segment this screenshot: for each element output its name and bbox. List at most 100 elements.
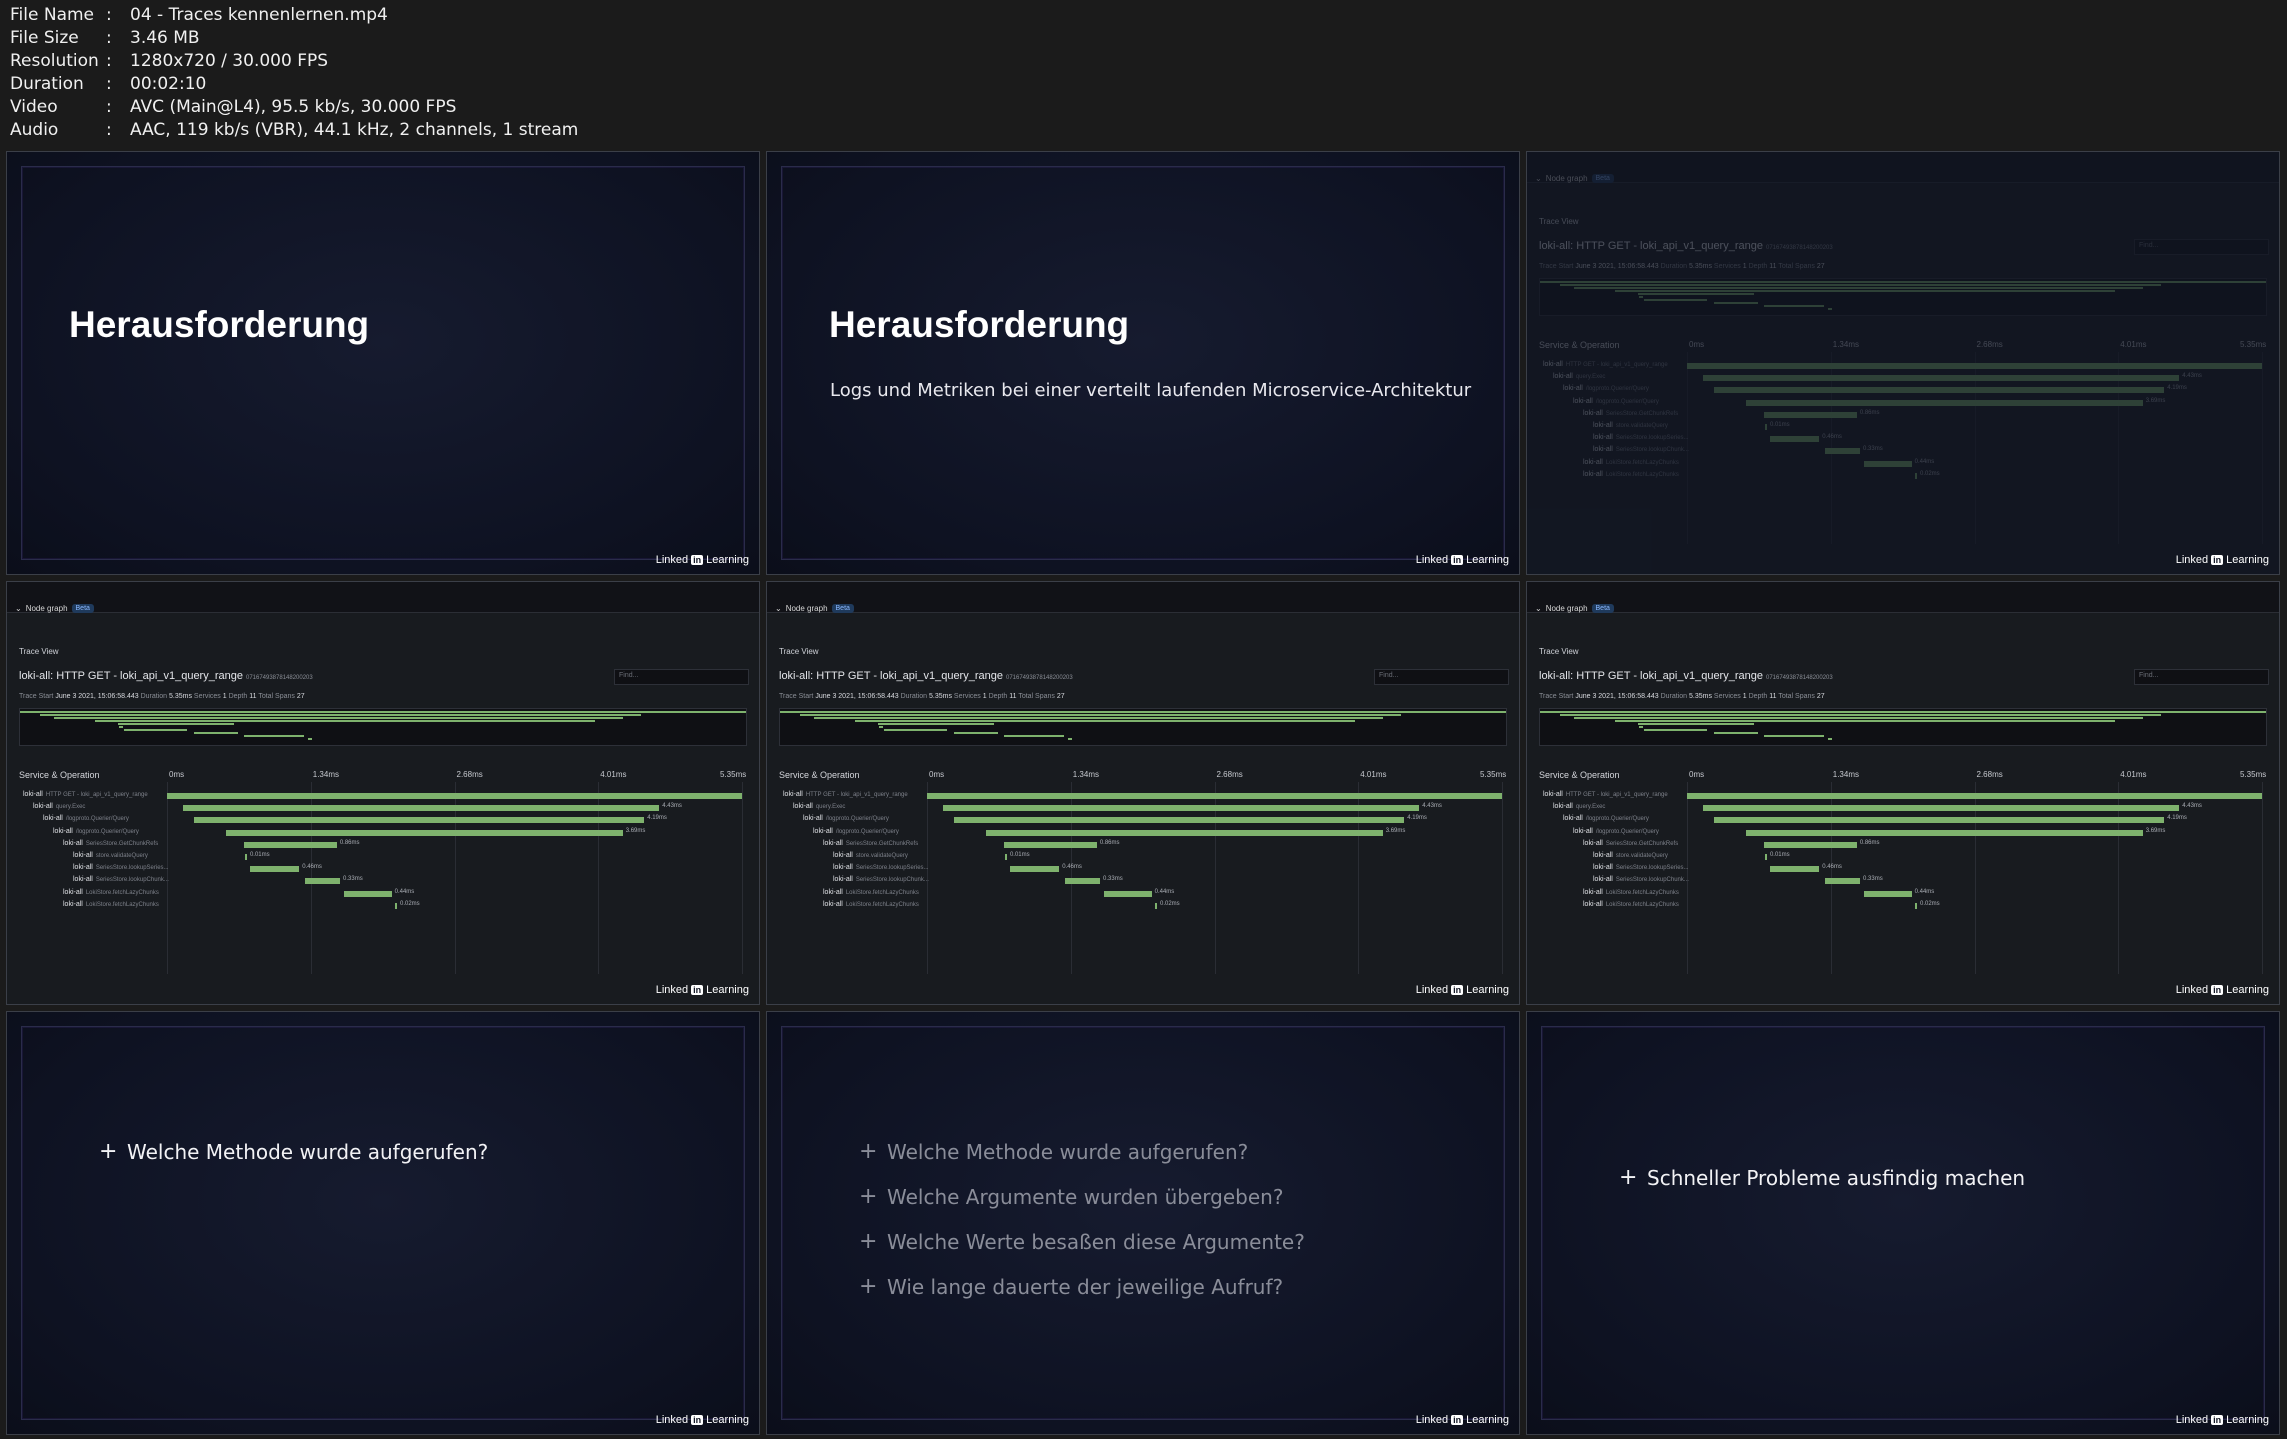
stat-value: 5.35ms — [1689, 693, 1712, 700]
span-name: loki-all HTTP GET - loki_api_v1_query_ran… — [1543, 361, 1668, 368]
find-input[interactable]: Find... — [614, 669, 749, 685]
plus-icon: + — [859, 1229, 878, 1254]
thumbnail-6[interactable]: ⌄ Node graph Beta Trace View loki-all: HTTP … — [1526, 581, 2280, 1005]
slide-heading: Herausforderung — [69, 304, 370, 345]
minimap-span — [1637, 723, 1755, 725]
stat-label: Trace Start — [1539, 263, 1574, 270]
trace-view: ⌄ Node graph Beta Trace View loki-all: HTTP … — [1527, 582, 2279, 1004]
thumbnail-7[interactable]: + Welche Methode wurde aufgerufen? Linked… — [6, 1011, 760, 1435]
stat-value: June 3 2021, 15:06:58.443 — [1575, 693, 1659, 700]
span-list: loki-all HTTP GET - loki_api_v1_query_ran… — [15, 790, 751, 974]
stat-value: 5.35ms — [169, 693, 192, 700]
span-duration: 4.19ms — [2167, 815, 2187, 822]
span-operation: SeriesStore.GetChunkRefs — [845, 840, 919, 847]
span-name: loki-all SeriesStore.lookupChunk... — [1593, 446, 1689, 453]
span-service: loki-all — [823, 839, 843, 847]
span-operation: query.Exec — [1575, 374, 1606, 381]
span-bar — [927, 793, 1502, 799]
span-name: loki-all SeriesStore.lookupChunk... — [833, 876, 929, 883]
minimap-span — [1827, 738, 1833, 740]
span-name: loki-all/logproto.Querier/Query — [1563, 815, 1649, 822]
span-duration: 0.86ms — [1099, 839, 1120, 846]
span-bar — [1764, 411, 1857, 418]
timeline-tick-label: 1.34ms — [312, 770, 339, 779]
span-row[interactable]: loki-all LokiStore.fetchLazyChunks 0.02ms — [1535, 900, 2271, 914]
node-graph-toggle[interactable]: ⌄ Node graph Beta — [15, 604, 94, 613]
span-duration: 0.33ms — [1863, 446, 1883, 453]
trace-view: ⌄ Node graph Beta Trace View loki-all: HTTP … — [7, 582, 759, 1004]
span-operation: query.Exec — [815, 804, 846, 811]
plus-icon: + — [859, 1274, 878, 1299]
span-operation: /logproto.Querier/Query — [65, 816, 129, 823]
span-name: loki-all LokiStore.fetchLazyChunks — [1583, 889, 1679, 896]
bullet-item: + Welche Argumente wurden übergeben? — [859, 1174, 1305, 1219]
slide-heading: Herausforderung — [829, 304, 1130, 345]
node-graph-toggle[interactable]: ⌄ Node graph Beta — [1535, 174, 1614, 183]
span-bar — [1687, 363, 2262, 369]
stat-value: 27 — [1056, 693, 1065, 700]
bullet-text: Welche Werte besaßen diese Argumente? — [887, 1229, 1305, 1254]
minimap-span — [953, 732, 999, 734]
thumbnail-9[interactable]: + Schneller Probleme ausfindig machen Lin… — [1526, 1011, 2280, 1435]
file-info-key: Resolution — [10, 51, 99, 71]
find-input[interactable]: Find... — [1374, 669, 1509, 685]
chevron-down-icon: ⌄ — [15, 604, 22, 613]
file-info-key: Duration — [10, 74, 84, 94]
stat-value: 11 — [1769, 693, 1777, 700]
trace-minimap[interactable] — [1539, 278, 2267, 316]
minimap-span — [1560, 284, 2162, 286]
thumbnail-5[interactable]: ⌄ Node graph Beta Trace View loki-all: HTTP … — [766, 581, 1520, 1005]
timeline-tick-label: 0ms — [169, 770, 185, 779]
linkedin-learning-logo: Linked in Learning — [655, 1414, 749, 1426]
file-info-row: File Size:3.46 MB — [10, 27, 578, 50]
span-duration: 0.46ms — [1822, 434, 1842, 441]
file-info-key: File Size — [10, 28, 79, 48]
node-graph-toggle[interactable]: ⌄ Node graph Beta — [1535, 604, 1614, 613]
span-row[interactable]: loki-all LokiStore.fetchLazyChunks 0.02ms — [1535, 470, 2271, 484]
span-name: loki-all LokiStore.fetchLazyChunks — [63, 889, 159, 896]
thumbnail-4[interactable]: ⌄ Node graph Beta Trace View loki-all: HTTP … — [6, 581, 760, 1005]
trace-minimap[interactable] — [1539, 708, 2267, 746]
span-operation: SeriesStore.GetChunkRefs — [85, 840, 159, 847]
beta-badge: Beta — [71, 604, 94, 613]
stat-label: Services — [1713, 263, 1741, 270]
span-name: loki-all SeriesStore.lookupSeries... — [73, 864, 169, 871]
minimap-span — [1003, 735, 1064, 737]
linkedin-learning-logo: Linked in Learning — [2175, 1414, 2269, 1426]
thumbnail-8[interactable]: + Welche Methode wurde aufgerufen? + Welche… — [766, 1011, 1520, 1435]
trace-minimap[interactable] — [779, 708, 1507, 746]
timeline-tick-label: 4.01ms — [2120, 770, 2147, 779]
minimap-span — [1763, 735, 1824, 737]
span-service: loki-all — [1593, 446, 1613, 454]
span-duration: 0.02ms — [1920, 470, 1940, 477]
minimap-span — [20, 711, 746, 713]
span-operation: store.validateQuery — [1615, 853, 1668, 859]
span-operation: LokiStore.fetchLazyChunks — [1605, 901, 1679, 908]
stat-value: 27 — [1816, 263, 1825, 270]
span-service: loki-all — [793, 803, 813, 811]
span-row[interactable]: loki-all LokiStore.fetchLazyChunks 0.02ms — [15, 900, 751, 914]
span-duration: 0.33ms — [1103, 876, 1123, 883]
thumbnail-2[interactable]: Herausforderung Logs und Metriken bei ei… — [766, 151, 1520, 575]
node-graph-toggle[interactable]: ⌄ Node graph Beta — [775, 604, 854, 613]
span-name: loki-all query.Exec — [33, 803, 85, 810]
stat-value: 11 — [1769, 263, 1777, 270]
minimap-span — [1560, 714, 2162, 716]
span-name: loki-all store.validateQuery — [833, 852, 908, 859]
stat-value: 5.35ms — [1689, 263, 1712, 270]
minimap-span — [800, 714, 1402, 716]
find-input[interactable]: Find... — [2134, 239, 2269, 255]
trace-view-label: Trace View — [779, 647, 819, 656]
timeline-tick-label: 2.68ms — [456, 770, 483, 779]
span-operation: /logproto.Querier/Query — [825, 816, 889, 823]
bullet-list: + Welche Methode wurde aufgerufen? — [99, 1129, 488, 1174]
thumbnail-1[interactable]: Herausforderung Linked in Learning — [6, 151, 760, 575]
span-name: loki-all HTTP GET - loki_api_v1_query_ran… — [783, 791, 908, 798]
span-duration: 3.69ms — [2145, 397, 2166, 404]
find-input[interactable]: Find... — [2134, 669, 2269, 685]
span-operation: SeriesStore.lookupChunk... — [855, 877, 929, 884]
thumbnail-3[interactable]: ⌄ Node graph Beta Trace View loki-all: HTTP … — [1526, 151, 2280, 575]
span-row[interactable]: loki-all LokiStore.fetchLazyChunks 0.02ms — [775, 900, 1511, 914]
trace-minimap[interactable] — [19, 708, 747, 746]
span-name: loki-all HTTP GET - loki_api_v1_query_ran… — [23, 791, 148, 798]
